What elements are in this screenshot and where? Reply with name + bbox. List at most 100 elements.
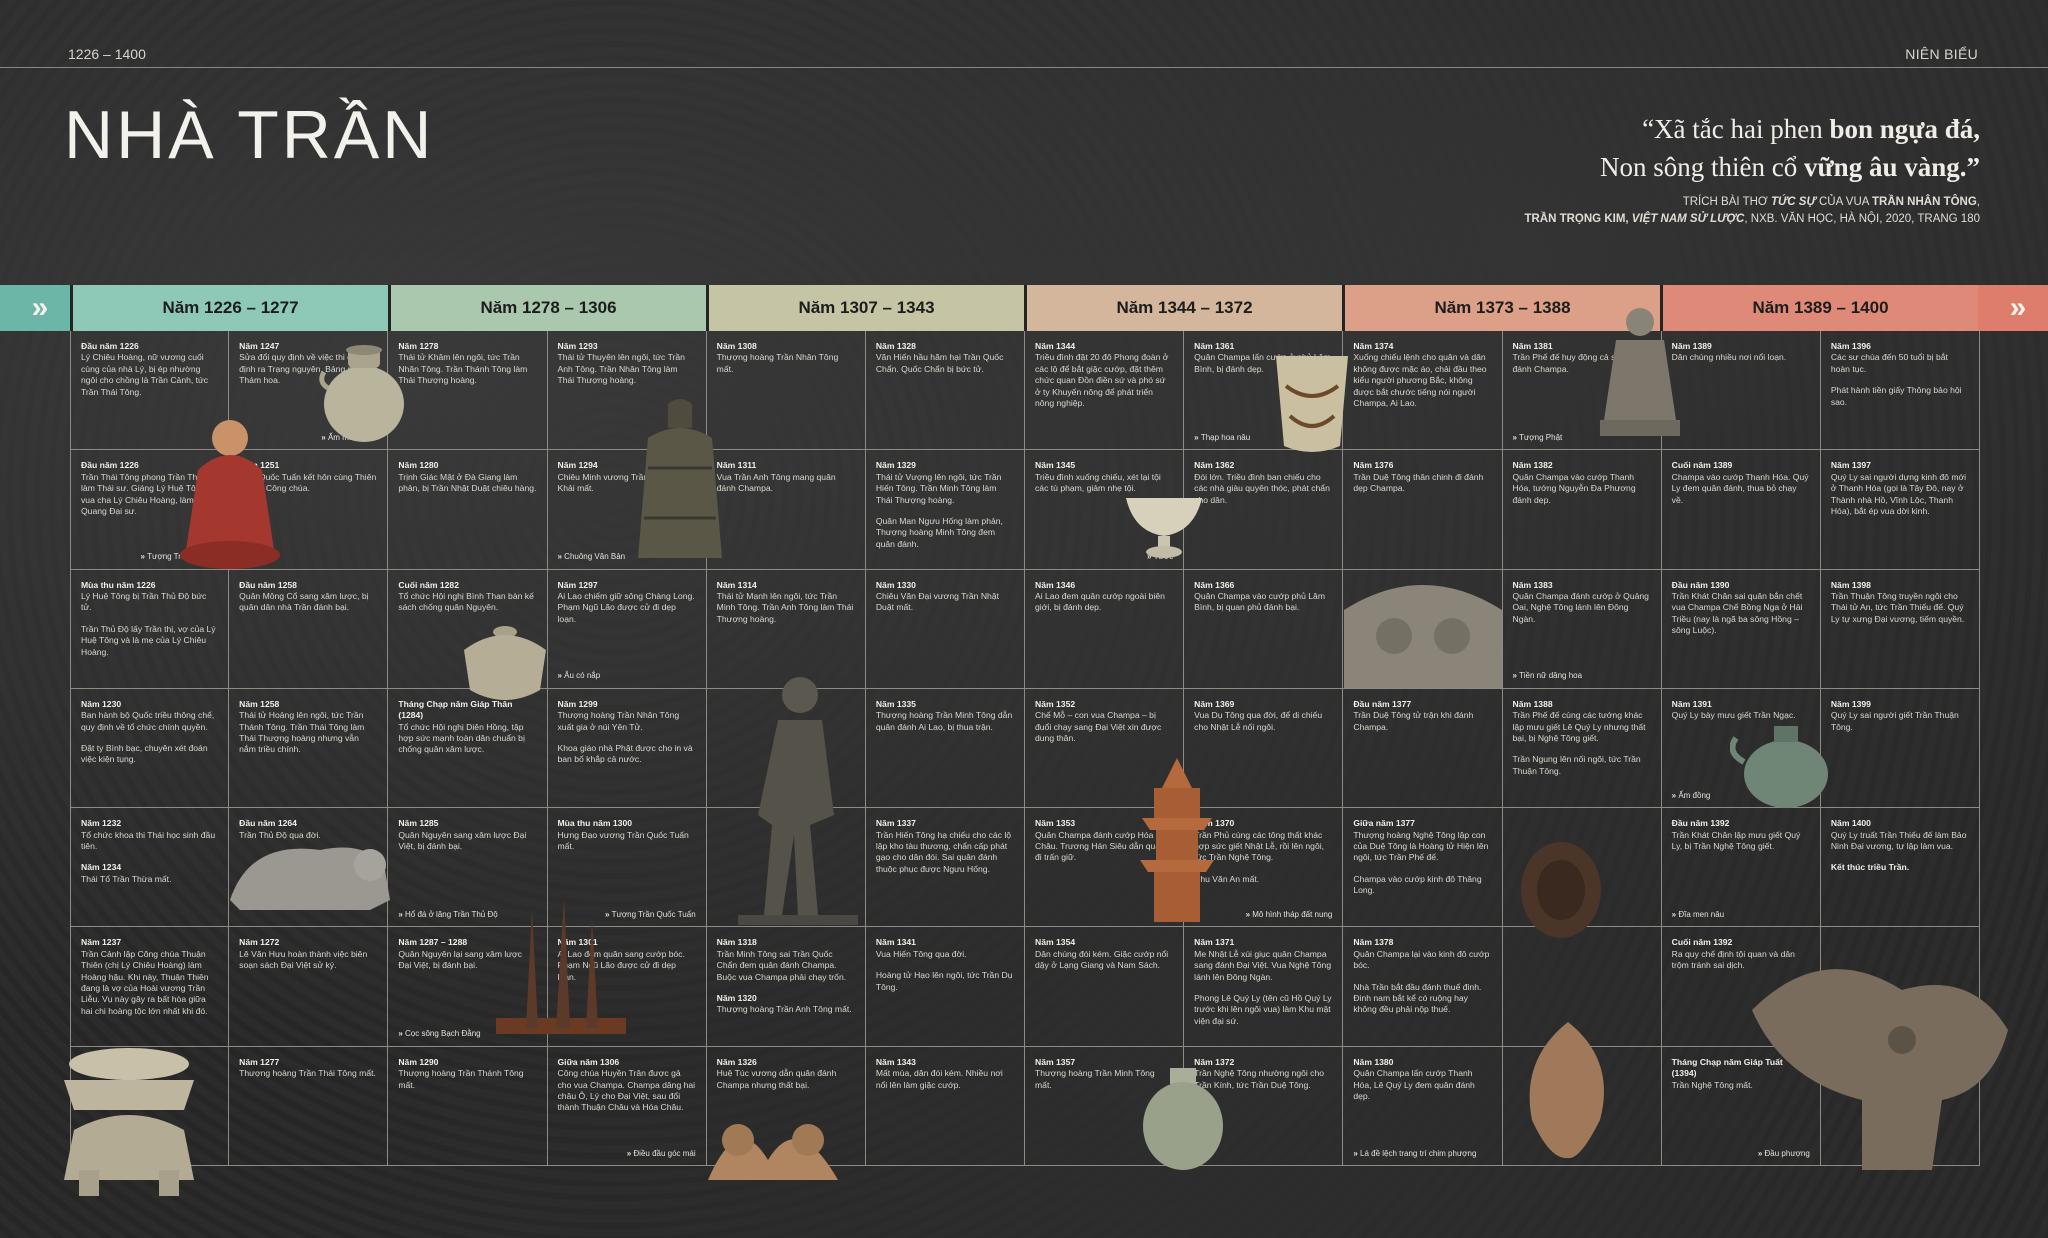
timeline-cell: Năm 1354 Dân chúng đói kém. Giặc cướp nổi… (1025, 927, 1185, 1047)
timeline-event: Mùa thu năm 1300 Hưng Đạo vương Trần Quốc… (558, 818, 696, 852)
event-year: Đầu năm 1258 (239, 579, 297, 590)
event-text: Sửa đổi quy định về việc thi cử, định ra… (239, 352, 370, 386)
event-text: Quân Champa lấn cướp ở phủ Lâm Bình, bị … (1194, 352, 1331, 374)
event-year: Tháng Chạp năm Giáp Tuất (1394) (1671, 1056, 1783, 1079)
event-text: Me Nhật Lễ xúi giục quân Champa sang đán… (1194, 948, 1332, 982)
event-year: Năm 1354 (1035, 937, 1076, 948)
timeline-event: Trần Thủ Độ lấy Trần thị, vợ của Lý Huệ … (81, 624, 218, 658)
timeline-cell: Năm 1311 Vua Trần Anh Tông mang quân đánh… (706, 450, 866, 570)
event-year: Mùa thu năm 1300 (557, 818, 633, 829)
event-year: Đầu năm 1264 (239, 818, 297, 829)
event-year: Năm 1328 (875, 341, 916, 351)
timeline-cell: Năm 1258 Thái tử Hoảng lên ngôi, tức Trần… (229, 688, 389, 809)
timeline-cell: Năm 1366 Quân Champa vào cướp phủ Lâm Bìn… (1184, 569, 1344, 689)
event-text: Trần Nghệ Tông mất. (1671, 1079, 1753, 1090)
event-year: Giữa năm 1377 (1353, 818, 1415, 829)
artifact-caption: Tượng Trần Thủ Độ (141, 551, 218, 562)
timeline-event: Năm 1329 Thái tử Vượng lên ngôi, tức Trần… (876, 460, 1014, 506)
event-text: Trần Ngung lên nối ngôi, tức Trần Thuận … (1512, 754, 1641, 776)
event-text: Hưng Đạo vương Trần Quốc Tuấn mất. (557, 829, 689, 851)
event-year: Năm 1391 (1671, 698, 1712, 709)
event-text: Xuống chiếu lệnh cho quân và dân không đ… (1353, 352, 1487, 409)
timeline-event: Năm 1314 Thái tử Mạnh lên ngôi, tức Trần … (717, 580, 855, 626)
timeline-cell: Năm 1376 Trần Duệ Tông thân chinh đi đánh… (1343, 450, 1503, 570)
event-text: Trần Cảnh lập Công chúa Thuận Thiên (chị… (81, 948, 209, 1016)
timeline-event: Năm 1388 Trần Phế đế cùng các tướng khác … (1513, 699, 1651, 745)
event-year: Năm 1290 (398, 1056, 439, 1067)
artifact-caption: Hổ đá ở lăng Trần Thủ Độ (398, 909, 498, 920)
timeline-cell: Năm 1400 Quý Ly truất Trần Thiếu đế làm B… (1820, 808, 1980, 928)
event-text: Ai Lao đem quân cướp ngoài biên giới, bị… (1035, 590, 1165, 613)
event-year: Năm 1294 (557, 460, 598, 471)
timeline-cell: Năm 1287 – 1288 Quân Nguyên lại sang xâm … (388, 927, 548, 1047)
timeline-event: Năm 1380 Quân Champa lấn cướp Thanh Hóa, … (1353, 1057, 1491, 1103)
timeline-event: Năm 1247 Sửa đổi quy định về việc thi cử,… (239, 341, 377, 387)
timeline-cell (1502, 927, 1662, 1047)
event-text: Trần Hiến Tông hạ chiếu cho các lộ lập k… (875, 829, 1012, 874)
event-text: Trần Minh Tông sai Trần Quốc Chẩn đem qu… (716, 948, 847, 982)
event-text: Trần Phủ cùng các tông thất khác hợp sức… (1194, 829, 1325, 863)
timeline-cell: Đầu năm 1264 Trần Thủ Độ qua đời. (229, 808, 389, 928)
event-year: Năm 1237 (81, 937, 122, 948)
timeline-event: Năm 1234 Thái Tổ Trần Thừa mất. (81, 862, 218, 885)
timeline-grid: Đầu năm 1226 Lý Chiêu Hoàng, nữ vương cuố… (70, 331, 1980, 1166)
event-year: Năm 1285 (398, 818, 439, 829)
timeline-event: Năm 1345 Triều đình xuống chiếu, xét lại … (1035, 460, 1173, 494)
event-year: Đầu năm 1390 (1671, 579, 1730, 590)
event-text: Thượng hoàng Trần Minh Tông dẫn quân đán… (875, 710, 1013, 732)
event-year: Năm 1299 (557, 698, 598, 709)
event-year: Cuối năm 1392 (1671, 937, 1733, 948)
event-text: Champa vào cướp Thanh Hóa. Quý Ly đem qu… (1671, 471, 1809, 505)
event-year: Năm 1343 (875, 1056, 916, 1067)
event-year: Năm 1353 (1035, 818, 1076, 829)
event-year: Năm 1362 (1194, 460, 1235, 471)
quote-source: TRÍCH BÀI THƠ TỨC SỰ CỦA VUA TRẦN NHÂN T… (1524, 196, 1980, 225)
timeline-event: Năm 1378 Quân Champa lại vào kinh đô cướp… (1353, 937, 1491, 971)
event-text: Quân Champa lấn cướp Thanh Hóa, Lê Quý L… (1353, 1068, 1475, 1101)
section-label: NIÊN BIỂU (1905, 46, 1978, 62)
event-year: Năm 1369 (1194, 698, 1235, 709)
timeline-cell: Năm 1374 Xuống chiếu lệnh cho quân và dân… (1343, 331, 1503, 451)
timeline-cell: Mùa thu năm 1226 Lý Huệ Tông bị Trần Thủ … (70, 569, 230, 689)
event-text: Huệ Túc vương dẫn quân đánh Champa nhưng… (716, 1068, 837, 1090)
timeline-event: Năm 1366 Quân Champa vào cướp phủ Lâm Bìn… (1194, 580, 1332, 614)
event-text: Hoàng tử Hạo lên ngôi, tức Trần Dụ Tông. (875, 970, 1013, 992)
event-text: Thái tử Vượng lên ngôi, tức Trần Hiến Tô… (875, 471, 1002, 505)
event-text: Quý Ly bày mưu giết Trần Ngạc. (1671, 710, 1796, 721)
timeline-cell: Năm 1371 Me Nhật Lễ xúi giục quân Champa … (1184, 927, 1344, 1047)
timeline-event: Năm 1311 Vua Trần Anh Tông mang quân đánh… (717, 460, 855, 494)
event-year: Đầu năm 1377 (1353, 698, 1412, 709)
timeline-event: Năm 1382 Quân Champa vào cướp Thanh Hóa, … (1513, 460, 1651, 506)
event-text: Vua Hiến Tông qua đời. (875, 948, 967, 959)
timeline-event: Mùa thu năm 1226 Lý Huệ Tông bị Trần Thủ … (81, 580, 218, 614)
event-year: Năm 1378 (1353, 937, 1394, 948)
timeline-event: Năm 1343 Mất mùa, dân đói kém. Nhiều nơi … (876, 1057, 1014, 1091)
timeline-cell: Cuối năm 1282 Tổ chức Hội nghị Bình Than … (388, 569, 548, 689)
event-text: Thái tử Mạnh lên ngôi, tức Trần Minh Tôn… (716, 590, 854, 624)
timeline-cell: Năm 1318 Trần Minh Tông sai Trần Quốc Chẩ… (706, 927, 866, 1047)
timeline-event: Năm 1301 Ai Lao đem quân sang cướp bóc. P… (558, 937, 696, 983)
event-text: Phát hành tiền giấy Thông bảo hội sao. (1830, 385, 1962, 407)
event-text: Quý Ly truất Trần Thiếu đế làm Bảo Ninh … (1830, 829, 1967, 851)
event-year: Năm 1293 (557, 341, 598, 351)
event-year: Năm 1234 (81, 862, 122, 873)
event-text: Trần Quốc Tuấn kết hôn cùng Thiên Thành … (239, 471, 377, 494)
event-year: Năm 1320 (716, 993, 757, 1004)
timeline-event: Năm 1299 Thượng hoàng Trần Nhân Tông xuất… (558, 699, 696, 733)
timeline-event: Tháng Chạp năm Giáp Thân (1284) Tổ chức H… (398, 699, 536, 756)
timeline-event: Năm 1326 Huệ Túc vương dẫn quân đánh Cham… (717, 1057, 855, 1091)
timeline-event: Năm 1370 Trần Phủ cùng các tông thất khác… (1194, 818, 1332, 864)
timeline-cell (1502, 808, 1662, 928)
event-year: Năm 1297 (557, 579, 598, 590)
event-text: Triều đình đặt 20 đô Phong đoàn ở các lộ… (1035, 352, 1169, 409)
artifact-caption: Đĩa men nâu (1672, 909, 1724, 920)
event-text: Quý Ly sai người giết Trần Thuận Tông. (1830, 710, 1959, 732)
event-text: Trần Thủ Độ qua đời. (239, 829, 321, 840)
timeline-event: Năm 1328 Văn Hiến hầu hãm hại Trần Quốc C… (876, 341, 1014, 375)
timeline-event: Cuối năm 1392 Ra quy chế định tội quan và… (1672, 937, 1810, 971)
timeline-cell: Năm 1345 Triều đình xuống chiếu, xét lại … (1025, 450, 1185, 570)
timeline-event: Năm 1258 Thái tử Hoảng lên ngôi, tức Trần… (239, 699, 377, 756)
timeline-cell: Năm 1343 Mất mùa, dân đói kém. Nhiều nơi … (865, 1046, 1025, 1166)
event-text: Champa vào cướp kinh đô Thăng Long. (1353, 873, 1482, 896)
timeline-event: Năm 1357 Thượng hoàng Trần Minh Tông mất. (1035, 1057, 1173, 1091)
